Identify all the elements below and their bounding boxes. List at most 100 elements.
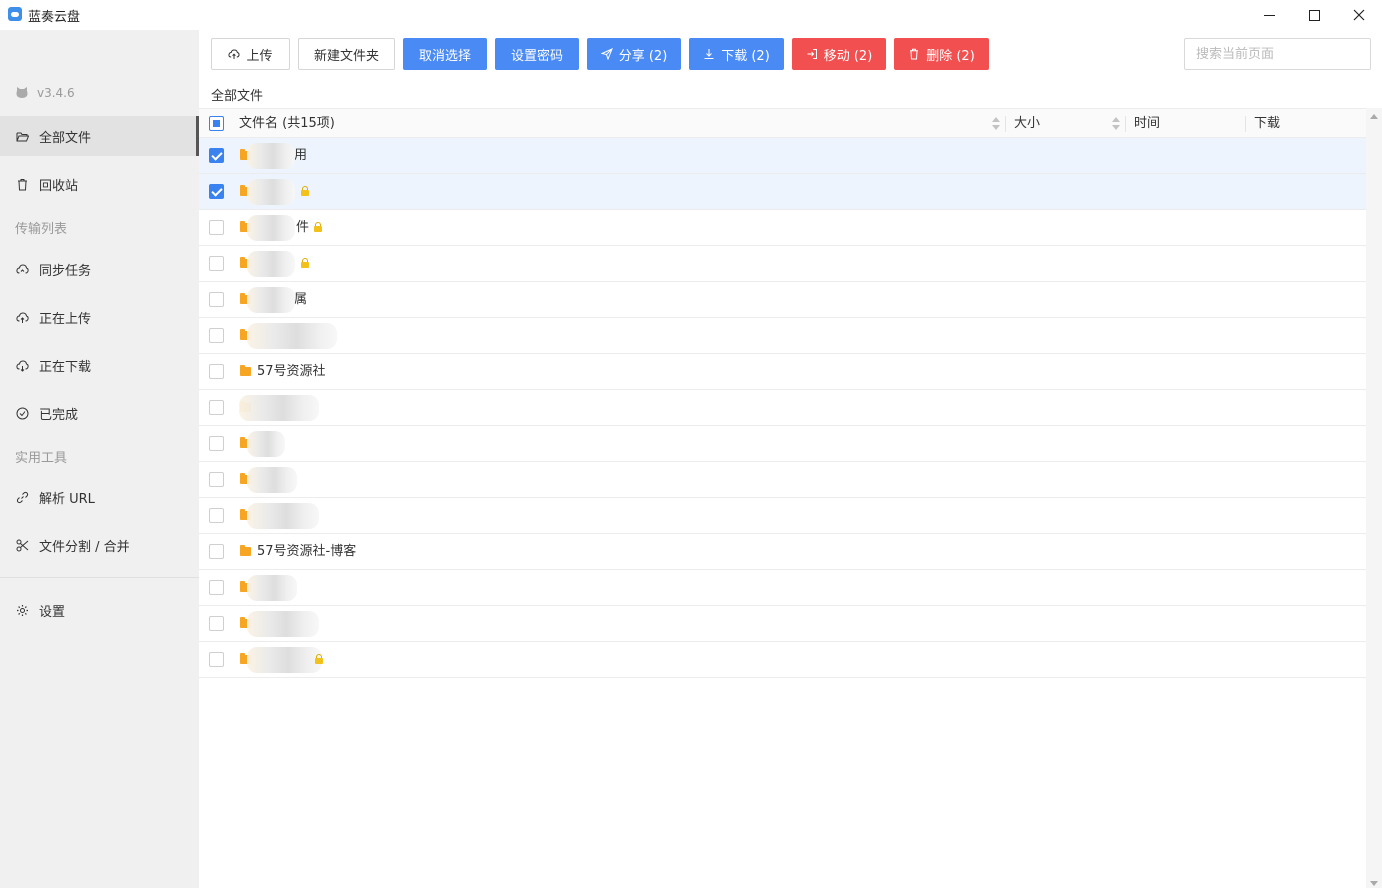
row-checkbox[interactable] xyxy=(209,328,224,343)
column-separator[interactable] xyxy=(1125,116,1126,132)
sidebar-item-all-files[interactable]: 全部文件 xyxy=(0,116,199,156)
redacted-name-blur xyxy=(247,647,322,673)
cloud-upload-icon xyxy=(16,311,29,323)
select-all-checkbox[interactable] xyxy=(209,116,224,131)
close-icon xyxy=(1353,9,1365,21)
row-checkbox[interactable] xyxy=(209,292,224,307)
breadcrumb[interactable]: 全部文件 xyxy=(211,85,263,104)
table-row[interactable]: 57号资源社-博客 xyxy=(199,534,1366,570)
column-separator[interactable] xyxy=(1005,116,1006,132)
table-row[interactable] xyxy=(199,318,1366,354)
file-name[interactable]: 用 xyxy=(294,138,307,174)
upload-label: 上传 xyxy=(246,48,273,64)
row-checkbox[interactable] xyxy=(209,148,224,163)
share-button[interactable]: 分享 (2) xyxy=(587,38,681,70)
cloud-logo-icon xyxy=(8,7,22,21)
upload-button[interactable]: 上传 xyxy=(211,38,290,70)
row-checkbox[interactable] xyxy=(209,616,224,631)
sort-size-icon[interactable] xyxy=(1112,117,1120,131)
sort-name-icon[interactable] xyxy=(992,117,1000,131)
sidebar-item-label: 文件分割 / 合并 xyxy=(39,539,130,555)
sidebar-item-downloading[interactable]: 正在下载 xyxy=(0,345,199,385)
file-name[interactable]: 57号资源社-博客 xyxy=(257,534,356,570)
table-row[interactable] xyxy=(199,246,1366,282)
file-list: 用 件 属 57号资源社 57号资源社-博客 xyxy=(199,138,1366,678)
table-row[interactable] xyxy=(199,570,1366,606)
row-checkbox[interactable] xyxy=(209,580,224,595)
new-folder-button[interactable]: 新建文件夹 xyxy=(298,38,395,70)
move-icon xyxy=(807,49,817,59)
row-checkbox[interactable] xyxy=(209,508,224,523)
sidebar-item-label: 同步任务 xyxy=(39,263,92,279)
group-label-tools: 实用工具 xyxy=(15,451,68,466)
table-row[interactable]: 57号资源社 xyxy=(199,354,1366,390)
row-checkbox[interactable] xyxy=(209,544,224,559)
minimize-button[interactable] xyxy=(1246,0,1292,30)
vertical-scrollbar[interactable] xyxy=(1366,108,1382,888)
table-row[interactable]: 属 xyxy=(199,282,1366,318)
column-header-time[interactable]: 时间 xyxy=(1134,109,1160,139)
folder-icon xyxy=(240,365,251,376)
share-label: 分享 (2) xyxy=(618,48,668,64)
cancel-selection-button[interactable]: 取消选择 xyxy=(403,38,487,70)
row-checkbox[interactable] xyxy=(209,364,224,379)
scroll-down-arrow-icon[interactable] xyxy=(1370,881,1378,886)
minimize-icon xyxy=(1263,14,1275,16)
sidebar-item-split-merge[interactable]: 文件分割 / 合并 xyxy=(0,525,199,565)
row-checkbox[interactable] xyxy=(209,184,224,199)
redacted-name-blur xyxy=(239,395,319,421)
delete-button[interactable]: 删除 (2) xyxy=(894,38,989,70)
sidebar-item-label: 回收站 xyxy=(39,178,79,194)
scroll-up-arrow-icon[interactable] xyxy=(1370,114,1378,119)
sidebar-item-parse-url[interactable]: 解析 URL xyxy=(0,477,199,517)
cloud-upload-icon xyxy=(228,49,241,59)
version-label: v3.4.6 xyxy=(37,86,75,100)
file-name[interactable]: 属 xyxy=(294,282,307,318)
table-row[interactable] xyxy=(199,642,1366,678)
table-row[interactable] xyxy=(199,462,1366,498)
column-header-download[interactable]: 下载 xyxy=(1254,109,1280,139)
column-header-name[interactable]: 文件名 (共15项) xyxy=(239,109,335,139)
table-row[interactable]: 件 xyxy=(199,210,1366,246)
redacted-name-blur xyxy=(247,143,295,169)
redacted-name-blur xyxy=(247,503,319,529)
table-row[interactable] xyxy=(199,174,1366,210)
download-button[interactable]: 下载 (2) xyxy=(689,38,784,70)
redacted-name-blur xyxy=(247,611,319,637)
delete-label: 删除 (2) xyxy=(926,48,975,64)
title-bar: 蓝奏云盘 xyxy=(0,0,1382,30)
table-row[interactable]: 用 xyxy=(199,138,1366,174)
file-name[interactable]: 件 xyxy=(296,210,309,246)
column-separator[interactable] xyxy=(1245,116,1246,132)
redacted-name-blur xyxy=(247,287,295,313)
row-checkbox[interactable] xyxy=(209,220,224,235)
file-name[interactable]: 57号资源社 xyxy=(257,354,326,390)
table-row[interactable] xyxy=(199,390,1366,426)
sidebar-item-sync-tasks[interactable]: 同步任务 xyxy=(0,249,199,289)
redacted-name-blur xyxy=(247,251,295,277)
folder-open-icon xyxy=(16,132,29,141)
set-password-button[interactable]: 设置密码 xyxy=(495,38,579,70)
row-checkbox[interactable] xyxy=(209,400,224,415)
move-button[interactable]: 移动 (2) xyxy=(792,38,886,70)
row-checkbox[interactable] xyxy=(209,652,224,667)
sidebar-item-uploading[interactable]: 正在上传 xyxy=(0,297,199,337)
sidebar-item-recycle-bin[interactable]: 回收站 xyxy=(0,164,199,204)
search-input[interactable] xyxy=(1184,38,1371,70)
column-header-size[interactable]: 大小 xyxy=(1014,109,1040,139)
maximize-button[interactable] xyxy=(1291,0,1337,30)
trash-icon xyxy=(18,178,27,190)
row-checkbox[interactable] xyxy=(209,436,224,451)
row-checkbox[interactable] xyxy=(209,472,224,487)
table-row[interactable] xyxy=(199,498,1366,534)
table-row[interactable] xyxy=(199,426,1366,462)
sidebar-item-settings[interactable]: 设置 xyxy=(0,590,199,630)
window-title: 蓝奏云盘 xyxy=(28,10,81,25)
gear-icon xyxy=(17,604,28,616)
sidebar-divider xyxy=(0,577,199,578)
trash-icon xyxy=(910,48,919,60)
table-row[interactable] xyxy=(199,606,1366,642)
close-button[interactable] xyxy=(1336,0,1382,30)
row-checkbox[interactable] xyxy=(209,256,224,271)
sidebar-item-completed[interactable]: 已完成 xyxy=(0,393,199,433)
